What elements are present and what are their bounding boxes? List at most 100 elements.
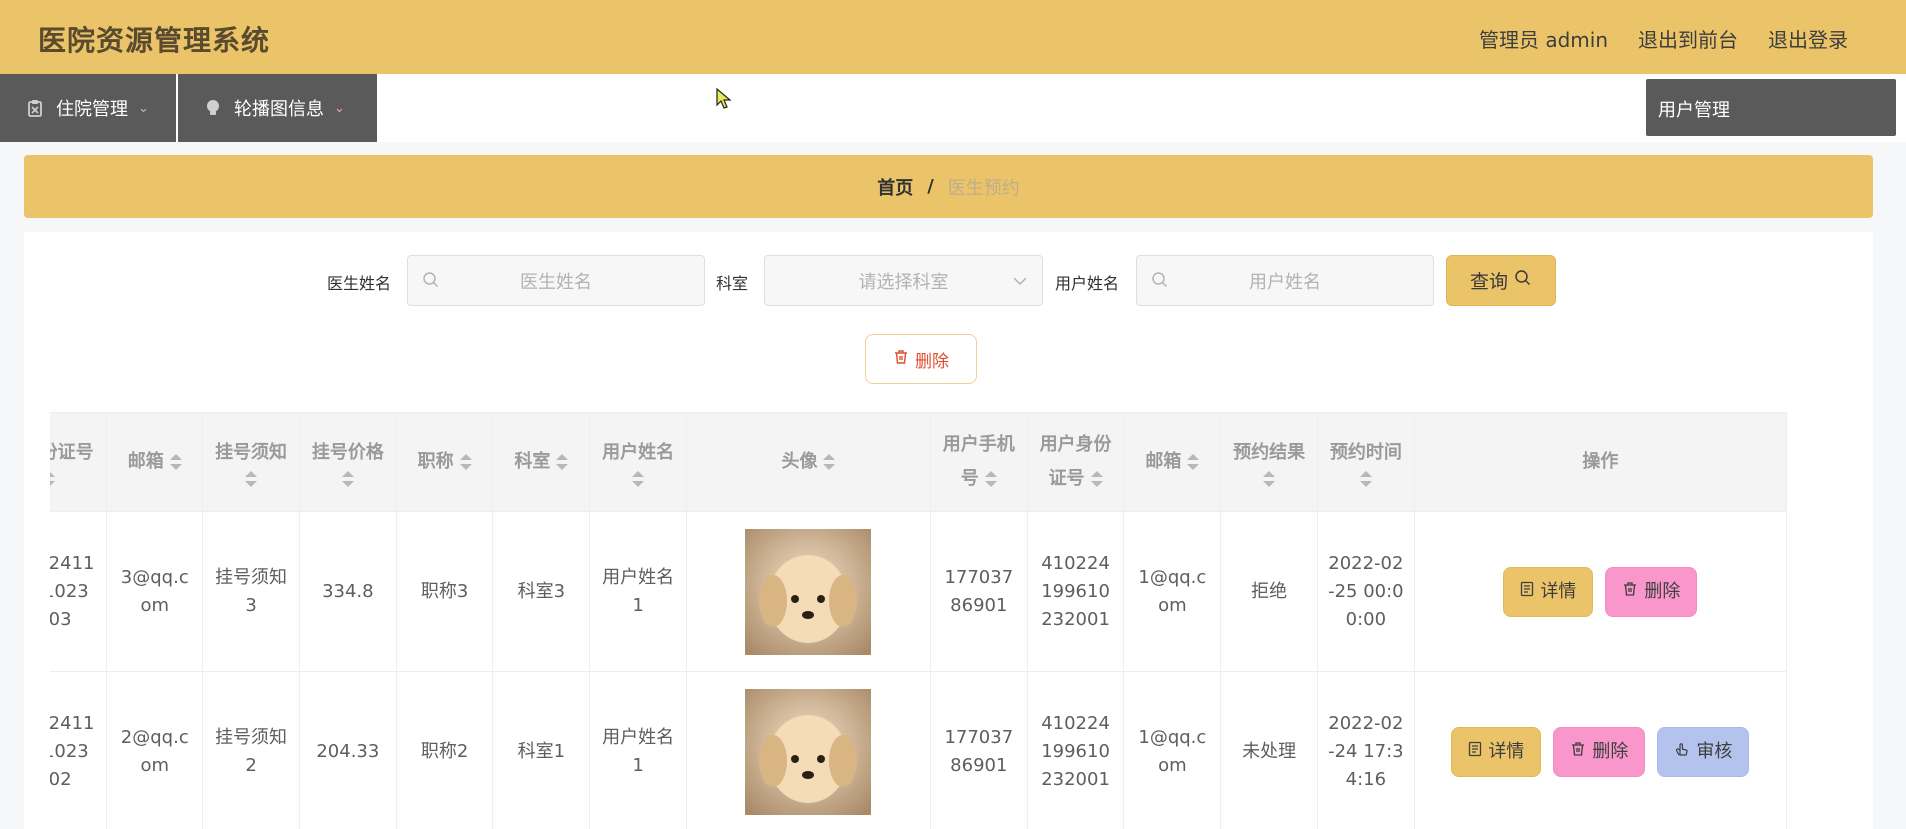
batch-delete-label: 删除 [915,351,949,372]
clipboard-icon [26,99,44,117]
cell-time: 2022-02-24 17:34:16 [1316,671,1415,829]
cell-user-email: 1@qq.com [1123,671,1222,829]
sort-icon[interactable] [1263,470,1276,488]
cell-price: 334.8 [298,511,397,672]
doctor-name-placeholder: 医生姓名 [520,271,592,293]
column-header[interactable]: 预约结果 [1220,412,1318,512]
column-header[interactable]: 职称 [395,412,494,512]
delete-button-label: 删除 [1644,580,1681,602]
admin-label: 管理员 admin [1478,28,1608,52]
detail-button[interactable]: 详情 [1503,566,1594,617]
cell-result: 未处理 [1220,671,1318,829]
header-user-area: 管理员 admin 退出到前台 退出登录 [1479,24,1848,53]
sort-icon[interactable] [556,453,569,471]
cell-dept: 科室3 [492,511,591,672]
breadcrumb: 首页 / 医生预约 [24,155,1873,218]
dept-select[interactable]: 请选择科室 [764,255,1043,306]
column-header[interactable]: 预约时间 [1316,412,1415,512]
chevron-down-icon: ⌄ [334,100,345,116]
column-header[interactable]: 挂身份证号 [50,412,108,512]
audit-button-label: 审核 [1696,740,1733,762]
dropdown-item-user-management[interactable]: 用户管理 [1646,79,1896,136]
column-header[interactable]: 邮箱 [1123,412,1222,512]
sort-icon[interactable] [1187,453,1200,471]
nav-item-label: 轮播图信息 [234,99,324,120]
sort-icon[interactable] [632,470,645,488]
column-header[interactable]: 头像 [686,412,931,512]
audit-button[interactable]: 审核 [1657,726,1750,777]
sort-icon[interactable] [245,470,258,488]
user-name-label: 用户姓名 [1055,274,1120,293]
table-header-row: 挂身份证号 邮箱 挂号须知 挂号价格 职称 科室 用户姓名 头像 用户手机号 用… [50,412,1788,512]
search-form: 医生姓名 医生姓名 科室 请选择科室 用户姓名 用户姓名 查询 [0,255,1906,307]
query-button[interactable]: 查询 [1446,255,1556,306]
query-button-label: 查询 [1469,271,1508,293]
nav-item-carousel[interactable]: 轮播图信息 ⌄ [178,74,377,142]
detail-button-label: 详情 [1540,580,1577,602]
cell-actions: 详情 删除 [1413,511,1788,672]
cell-user-id-card: 410224199610232001 [1026,511,1125,672]
column-header[interactable]: 邮箱 [106,412,204,512]
column-header[interactable]: 用户手机号 [929,412,1028,512]
chevron-down-icon: ⌄ [138,100,149,116]
sort-icon[interactable] [50,470,55,488]
cell-result: 拒绝 [1220,511,1318,672]
logout-link[interactable]: 退出登录 [1768,24,1848,53]
document-icon [1468,738,1482,766]
trash-icon [1622,578,1638,606]
nav-item-hospitalization[interactable]: 住院管理 ⌄ [0,74,176,142]
top-header: 医院资源管理系统 管理员 admin 退出到前台 退出登录 [0,0,1906,74]
sort-icon[interactable] [1359,470,1372,488]
avatar [745,688,872,815]
cell-avatar [686,511,931,672]
doctor-name-input[interactable]: 医生姓名 [407,255,705,306]
sort-icon[interactable] [341,470,354,488]
sort-icon[interactable] [823,453,836,471]
batch-delete-button[interactable]: 删除 [865,334,977,384]
cell-user-id-card: 410224199610232001 [1026,671,1125,829]
document-icon [1520,578,1534,606]
column-header-actions: 操作 [1413,412,1788,512]
detail-button-label: 详情 [1488,740,1525,762]
cell-notice: 挂号须知3 [202,511,300,672]
cell-email: 2@qq.com [106,671,204,829]
dept-placeholder: 请选择科室 [858,271,949,293]
cell-id-card: 410224119961023 2003 [50,511,108,672]
cell-id-card: 410224119961023 2002 [50,671,108,829]
column-header[interactable]: 用户姓名 [589,412,688,512]
trash-icon [1570,738,1586,766]
column-header[interactable]: 挂号须知 [202,412,300,512]
chevron-down-icon [1012,273,1028,294]
search-icon [1514,269,1532,292]
sort-icon[interactable] [169,453,182,471]
breadcrumb-separator: / [927,176,934,197]
sort-icon[interactable] [459,453,472,471]
column-header[interactable]: 用户身份证号 [1026,412,1125,512]
search-icon [422,271,440,294]
cell-user-name: 用户姓名1 [589,511,688,672]
sort-icon[interactable] [1090,470,1103,488]
dept-label: 科室 [716,274,749,293]
user-name-input[interactable]: 用户姓名 [1136,255,1434,306]
delete-button[interactable]: 删除 [1605,566,1698,617]
top-nav: 住院管理 ⌄ 轮播图信息 ⌄ [0,74,1906,142]
sort-icon[interactable] [984,470,997,488]
cell-price: 204.33 [298,671,397,829]
cell-title: 职称3 [395,511,494,672]
delete-button-label: 删除 [1592,740,1629,762]
cell-email: 3@qq.com [106,511,204,672]
delete-button[interactable]: 删除 [1553,726,1646,777]
breadcrumb-current: 医生预约 [947,177,1020,199]
avatar [745,528,872,655]
column-header[interactable]: 挂号价格 [298,412,397,512]
cell-dept: 科室1 [492,671,591,829]
detail-button[interactable]: 详情 [1451,726,1542,777]
cell-time: 2022-02-25 00:00:00 [1316,511,1415,672]
column-header[interactable]: 科室 [492,412,591,512]
breadcrumb-home[interactable]: 首页 [877,174,913,200]
cell-notice: 挂号须知2 [202,671,300,829]
app-title: 医院资源管理系统 [38,24,271,57]
cell-title: 职称2 [395,671,494,829]
back-to-front-link[interactable]: 退出到前台 [1638,24,1738,53]
cell-user-name: 用户姓名1 [589,671,688,829]
